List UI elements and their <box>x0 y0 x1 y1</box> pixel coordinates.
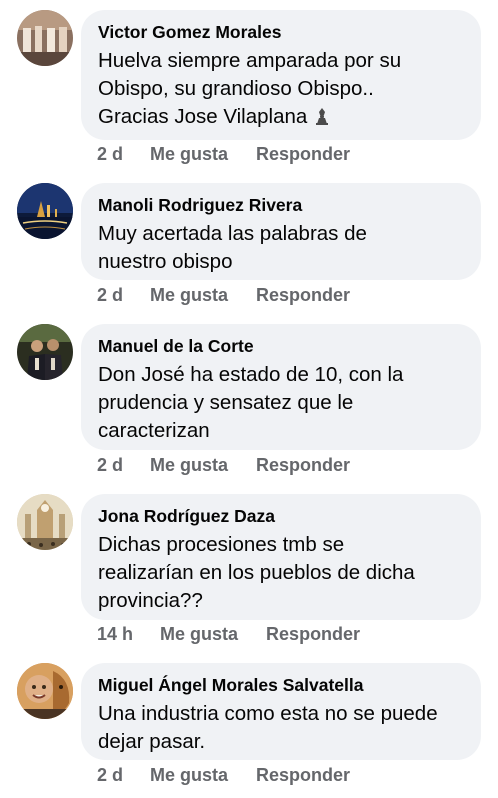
comment-text-line: nuestro obispo <box>98 250 233 273</box>
comment-text: Dichas procesiones tmb se realizarían en… <box>98 531 465 615</box>
bishop-figure-emoji-icon <box>313 105 331 133</box>
comment-actions: 2 d Me gusta Responder <box>97 452 350 478</box>
comment-author[interactable]: Manuel de la Corte <box>98 335 465 357</box>
comment-bubble: Manoli Rodriguez Rivera Muy acertada las… <box>81 183 481 280</box>
comment-text-line-with-emoji: Gracias Jose Vilaplana <box>98 103 465 133</box>
comment-text-line: Don José ha estado de 10, con la <box>98 363 404 386</box>
reply-button[interactable]: Responder <box>256 455 350 476</box>
comment-author[interactable]: Jona Rodríguez Daza <box>98 505 465 527</box>
comment-bubble: Victor Gomez Morales Huelva siempre ampa… <box>81 10 481 140</box>
reply-button[interactable]: Responder <box>256 765 350 786</box>
avatar[interactable] <box>17 10 73 66</box>
comment-bubble: Manuel de la Corte Don José ha estado de… <box>81 324 481 450</box>
like-button[interactable]: Me gusta <box>150 285 228 306</box>
comment-text-line: Muy acertada las palabras de <box>98 222 367 245</box>
comment-bubble: Jona Rodríguez Daza Dichas procesiones t… <box>81 494 481 620</box>
comment-text-line: Obispo, su grandioso Obispo.. <box>98 77 374 100</box>
avatar[interactable] <box>17 183 73 239</box>
avatar[interactable] <box>17 324 73 380</box>
comment-actions: 2 d Me gusta Responder <box>97 141 350 167</box>
comment-actions: 2 d Me gusta Responder <box>97 762 350 788</box>
comment-time[interactable]: 2 d <box>97 455 123 476</box>
comment-text: Huelva siempre amparada por su Obispo, s… <box>98 47 465 133</box>
avatar[interactable] <box>17 494 73 550</box>
comment-time[interactable]: 2 d <box>97 285 123 306</box>
comment-time[interactable]: 2 d <box>97 765 123 786</box>
reply-button[interactable]: Responder <box>266 624 360 645</box>
comment-text: Una industria como esta no se puede deja… <box>98 700 465 756</box>
comment-bubble: Miguel Ángel Morales Salvatella Una indu… <box>81 663 481 760</box>
comment-author[interactable]: Manoli Rodriguez Rivera <box>98 194 465 216</box>
comment-text-line: prudencia y sensatez que le <box>98 391 354 414</box>
comment-author[interactable]: Miguel Ángel Morales Salvatella <box>98 674 465 696</box>
comment-text-line: Dichas procesiones tmb se <box>98 533 345 556</box>
comment-text-line: Una industria como esta no se puede <box>98 702 438 725</box>
comment-actions: 14 h Me gusta Responder <box>97 621 360 647</box>
comment-text-line: provincia?? <box>98 589 203 612</box>
comment-author[interactable]: Victor Gomez Morales <box>98 21 465 43</box>
comment-text-line: realizarían en los pueblos de dicha <box>98 561 415 584</box>
comment-text: Don José ha estado de 10, con la prudenc… <box>98 361 465 445</box>
like-button[interactable]: Me gusta <box>150 455 228 476</box>
comment-text: Muy acertada las palabras de nuestro obi… <box>98 220 465 276</box>
comment-text-line: Huelva siempre amparada por su <box>98 49 402 72</box>
comment-time[interactable]: 14 h <box>97 624 133 645</box>
avatar[interactable] <box>17 663 73 719</box>
comment-text-line: dejar pasar. <box>98 730 206 753</box>
reply-button[interactable]: Responder <box>256 144 350 165</box>
comment-text-line: caracterizan <box>98 419 210 442</box>
comment-text-line: Gracias Jose Vilaplana <box>98 105 308 128</box>
reply-button[interactable]: Responder <box>256 285 350 306</box>
like-button[interactable]: Me gusta <box>150 765 228 786</box>
comment-actions: 2 d Me gusta Responder <box>97 282 350 308</box>
like-button[interactable]: Me gusta <box>150 144 228 165</box>
like-button[interactable]: Me gusta <box>160 624 238 645</box>
comment-time[interactable]: 2 d <box>97 144 123 165</box>
